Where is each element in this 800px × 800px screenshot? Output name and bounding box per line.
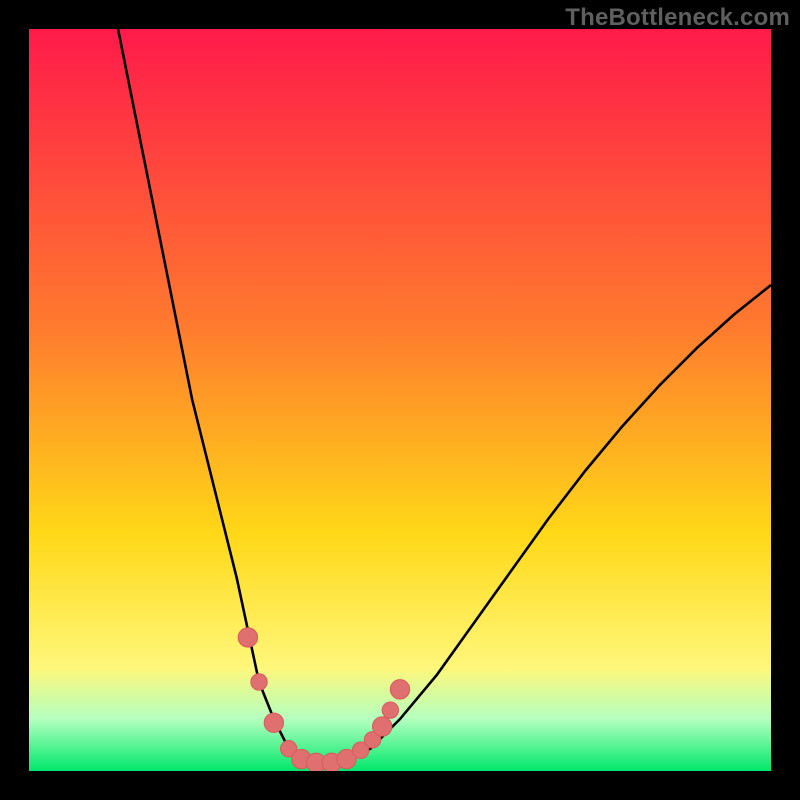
- attribution-label: TheBottleneck.com: [565, 4, 790, 32]
- curve-marker: [238, 628, 257, 647]
- curve-marker: [373, 717, 392, 736]
- curve-marker: [251, 674, 267, 690]
- curve-marker: [390, 680, 409, 699]
- outer-frame: TheBottleneck.com: [0, 0, 800, 800]
- curve-marker: [264, 713, 283, 732]
- curve-marker: [382, 702, 398, 718]
- bottleneck-chart: [29, 29, 771, 771]
